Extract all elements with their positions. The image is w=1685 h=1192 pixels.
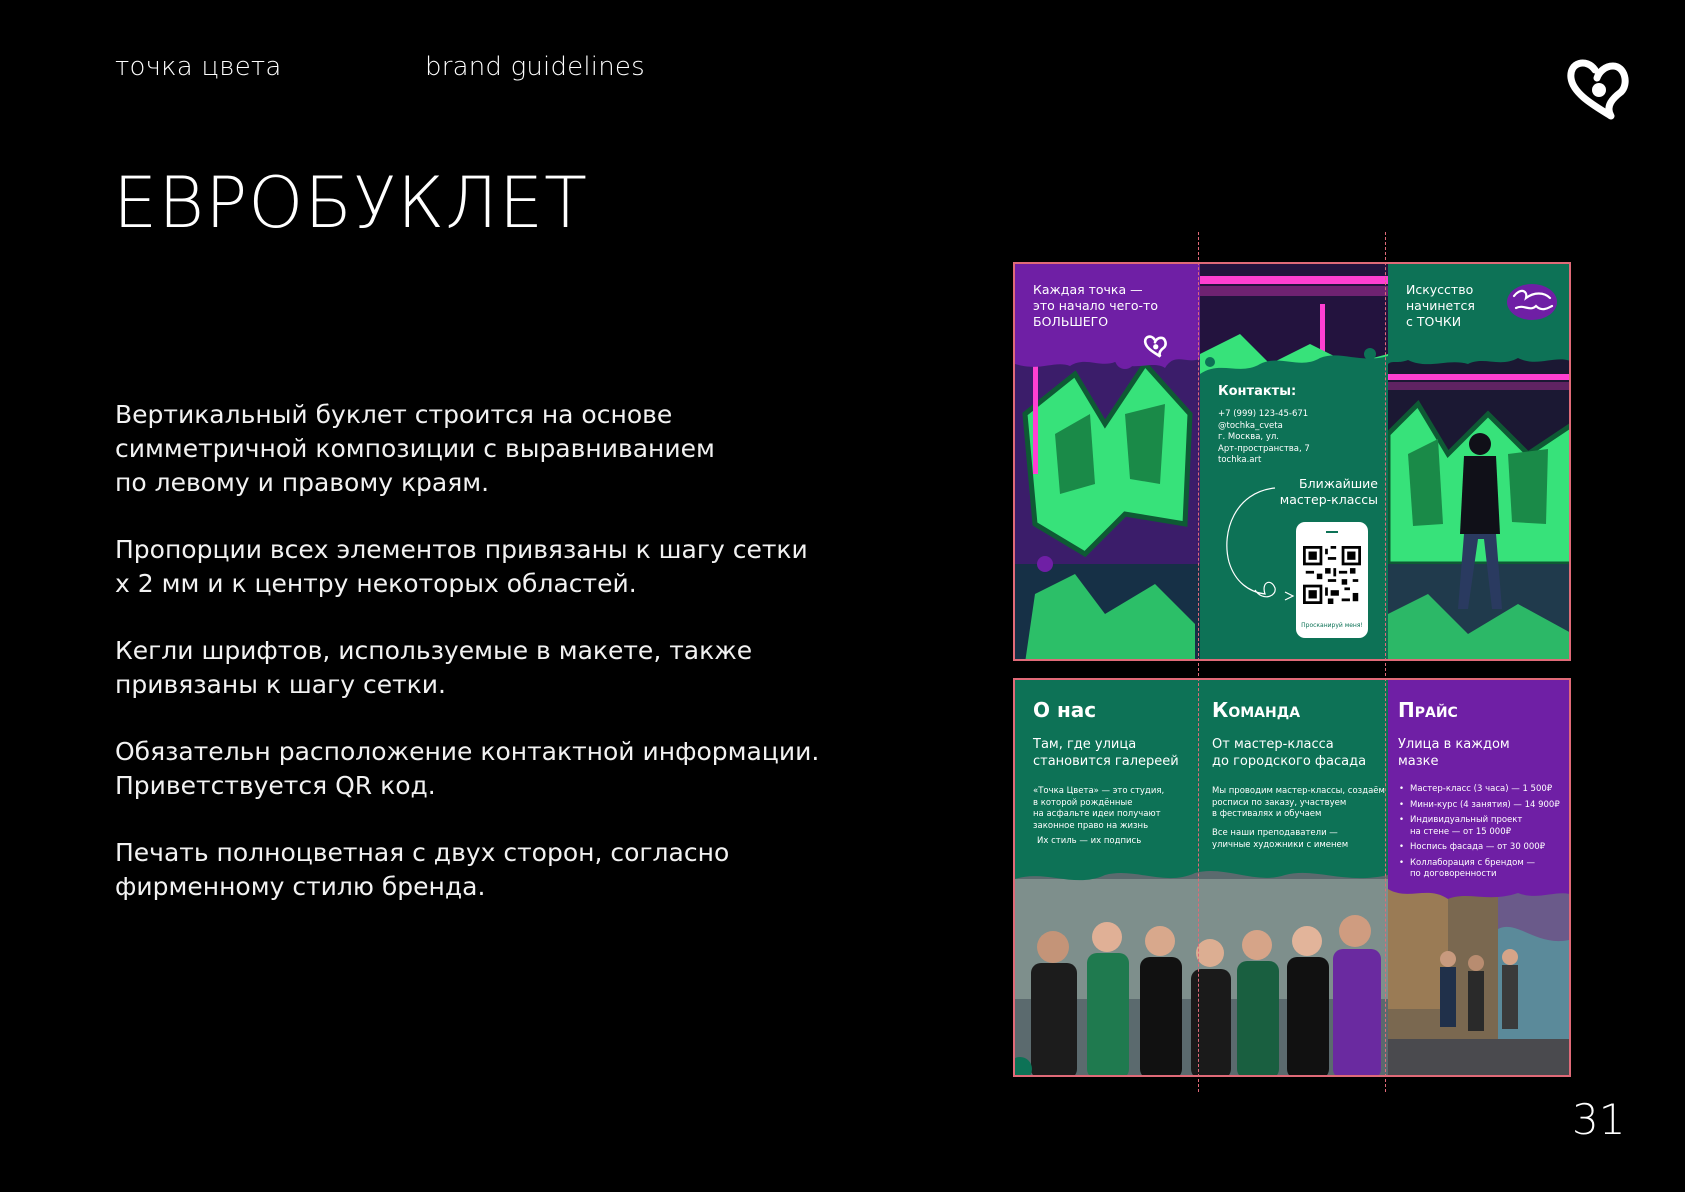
booklet-mockup: Каждая точка — это начало чего-то БОЛЬШЕ… xyxy=(1013,262,1571,1077)
price-item: Коллаборация с брендом — по договореннос… xyxy=(1398,858,1569,881)
price-item: Мини-курс (4 занятия) — 14 900₽ xyxy=(1398,800,1569,812)
contacts-info: +7 (999) 123-45-671 @tochka_cveta г. Мос… xyxy=(1218,409,1310,465)
about-subheading: Там, где улица становится галереей xyxy=(1033,737,1179,769)
paragraph-print: Печать полноцветная с двух сторон, согла… xyxy=(115,838,730,901)
about-heading: О нас xyxy=(1033,698,1097,722)
paragraph-contacts: Обязательн расположение контактной инфор… xyxy=(115,737,820,800)
qr-code-icon[interactable] xyxy=(1303,546,1361,604)
paragraph-grid: Пропорции всех элементов привязаны к шаг… xyxy=(115,535,808,598)
heart-dot-logo-icon xyxy=(1567,59,1629,120)
street-artists-photo-image xyxy=(1388,889,1569,1075)
page-title: ЕВРОБУКЛЕТ xyxy=(113,162,588,244)
contacts-panel: Контакты: +7 (999) 123-45-671 @tochka_cv… xyxy=(1200,264,1388,659)
arrow-doodle-icon xyxy=(1226,487,1295,601)
paragraph-layout: Вертикальный буклет строится на основе с… xyxy=(115,400,715,497)
price-list: Мастер-класс (3 часа) — 1 500₽ Мини-курс… xyxy=(1398,784,1569,885)
team-photo-image xyxy=(1015,869,1388,1075)
cover-slogan: Каждая точка — это начало чего-то БОЛЬШЕ… xyxy=(1033,282,1158,329)
price-item: Индивидуальный проект на стене — от 15 0… xyxy=(1398,815,1569,838)
cover-left-panel: Каждая точка — это начало чего-то БОЛЬШЕ… xyxy=(1015,264,1200,659)
price-item: Мастер-класс (3 часа) — 1 500₽ xyxy=(1398,784,1569,796)
heart-dot-logo-icon xyxy=(1143,335,1167,358)
about-tagline: Их стиль — их подпись xyxy=(1037,836,1142,846)
section-label: brand guidelines xyxy=(425,52,645,82)
cover-right-panel: Искусство начинется с ТОЧКИ xyxy=(1388,264,1569,659)
page-number: 31 xyxy=(1572,1095,1626,1144)
team-subheading: От мастер-класса до городского фасада xyxy=(1212,737,1367,769)
team-text: Мы проводим мастер-классы, создаём роспи… xyxy=(1212,786,1385,819)
brand-name: точка цвета xyxy=(115,52,282,82)
team-heading: Команда xyxy=(1212,698,1301,722)
contacts-title: Контакты: xyxy=(1218,384,1297,399)
price-item: Носпись фасада — от 30 000₽ xyxy=(1398,842,1569,854)
cover-right-slogan: Искусство начинется с ТОЧКИ xyxy=(1406,282,1475,329)
price-subheading: Улица в каждом мазке xyxy=(1398,737,1510,769)
price-heading: Прайс xyxy=(1398,698,1458,722)
fold-guide-line xyxy=(1198,232,1199,1092)
paragraph-fonts: Кегли шрифтов, используемые в макете, та… xyxy=(115,636,753,699)
fold-guide-line xyxy=(1385,232,1386,1092)
about-text: «Точка Цвета» — это студия, в которой ро… xyxy=(1033,786,1165,831)
qr-caption: Просканируй меня! xyxy=(1301,622,1363,629)
team-text-2: Все наши преподаватели — уличные художни… xyxy=(1212,828,1349,850)
tochka-cveta-logo xyxy=(1507,284,1557,320)
qr-phone: Просканируй меня! xyxy=(1296,522,1368,638)
booklet-outside-sheet: Каждая точка — это начало чего-то БОЛЬШЕ… xyxy=(1013,262,1571,661)
booklet-inside-sheet: О нас Там, где улица становится галереей… xyxy=(1013,678,1571,1077)
description-text: Вертикальный буклет строится на основе с… xyxy=(115,398,855,937)
